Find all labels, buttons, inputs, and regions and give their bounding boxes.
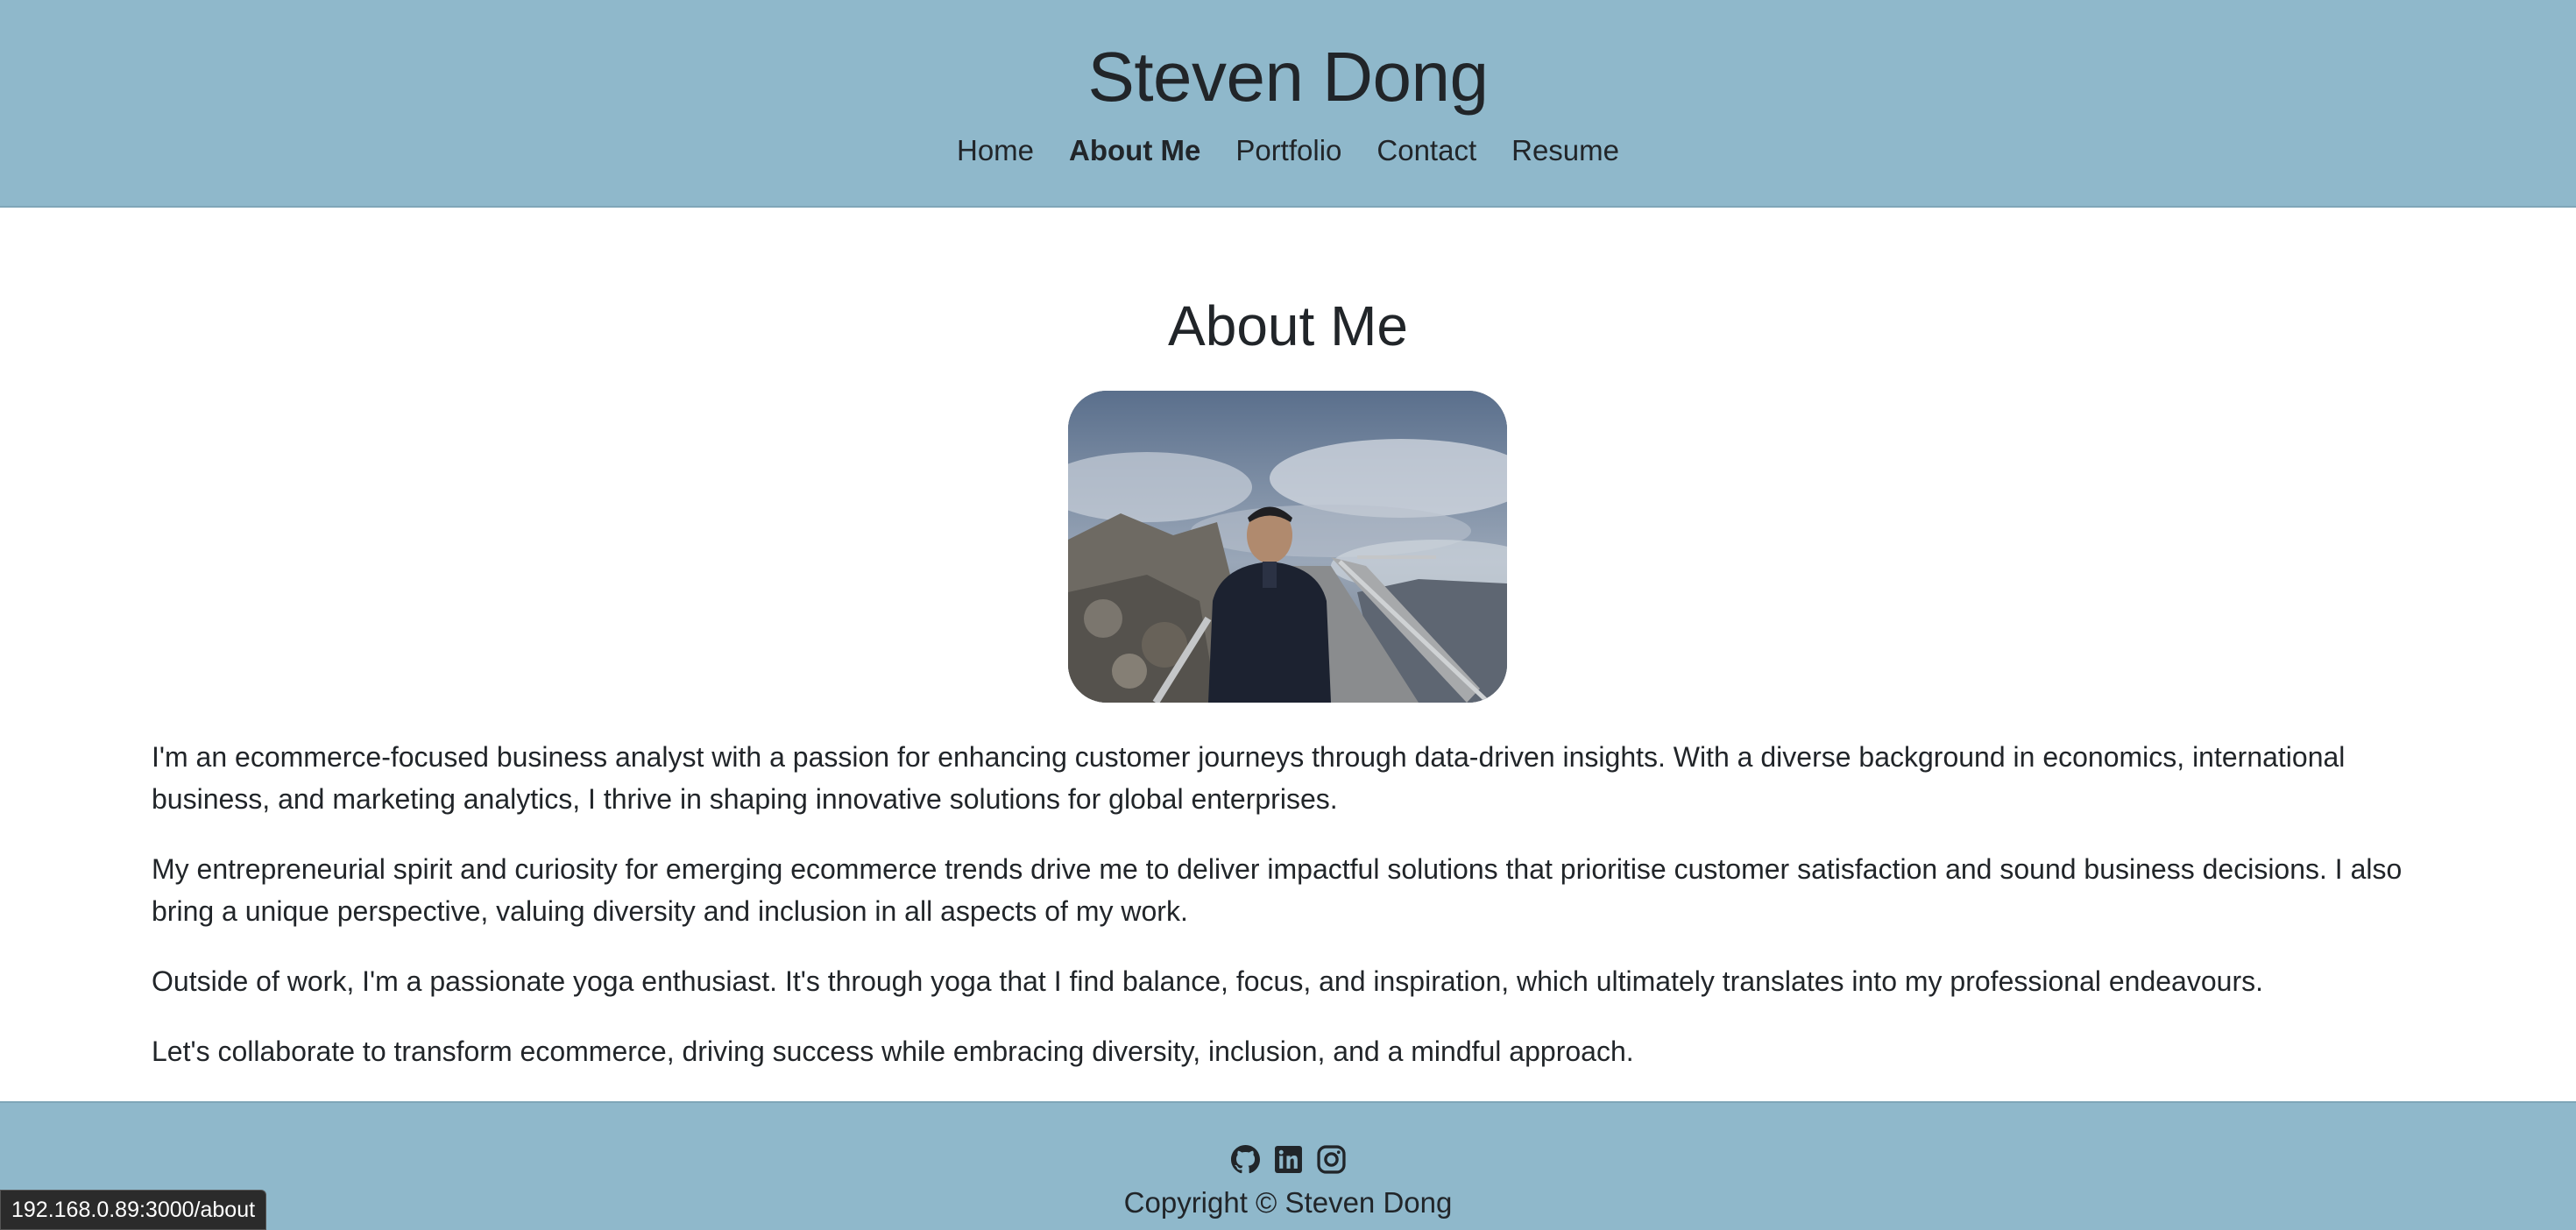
copyright-text: Copyright © Steven Dong — [1123, 1186, 1453, 1219]
social-links — [0, 1145, 2576, 1174]
profile-photo — [1068, 391, 1507, 703]
site-header: Steven Dong Home About Me Portfolio Cont… — [0, 0, 2576, 208]
page-heading: About Me — [1168, 294, 1408, 357]
nav-home[interactable]: Home — [957, 130, 1034, 172]
bio-paragraph: My entrepreneurial spirit and curiosity … — [152, 853, 2403, 927]
nav-portfolio[interactable]: Portfolio — [1235, 130, 1341, 172]
page: Steven Dong Home About Me Portfolio Cont… — [0, 0, 2576, 1230]
main-nav: Home About Me Portfolio Contact Resume — [0, 130, 2576, 172]
bio-paragraph: Let's collaborate to transform ecommerce… — [152, 1036, 1634, 1067]
linkedin-icon[interactable] — [1274, 1145, 1303, 1174]
github-icon[interactable] — [1230, 1145, 1260, 1174]
status-bar-url: 192.168.0.89:3000/about — [0, 1190, 267, 1230]
bio-text: I'm an ecommerce-focused business analys… — [152, 736, 2426, 1100]
nav-about-me[interactable]: About Me — [1069, 130, 1200, 172]
instagram-icon[interactable] — [1316, 1145, 1346, 1174]
site-title: Steven Dong — [1087, 38, 1489, 116]
bio-paragraph: Outside of work, I'm a passionate yoga e… — [152, 965, 2263, 997]
bio-paragraph: I'm an ecommerce-focused business analys… — [152, 741, 2346, 815]
nav-resume[interactable]: Resume — [1511, 130, 1619, 172]
site-footer: Copyright © Steven Dong — [0, 1101, 2576, 1230]
nav-contact[interactable]: Contact — [1376, 130, 1476, 172]
